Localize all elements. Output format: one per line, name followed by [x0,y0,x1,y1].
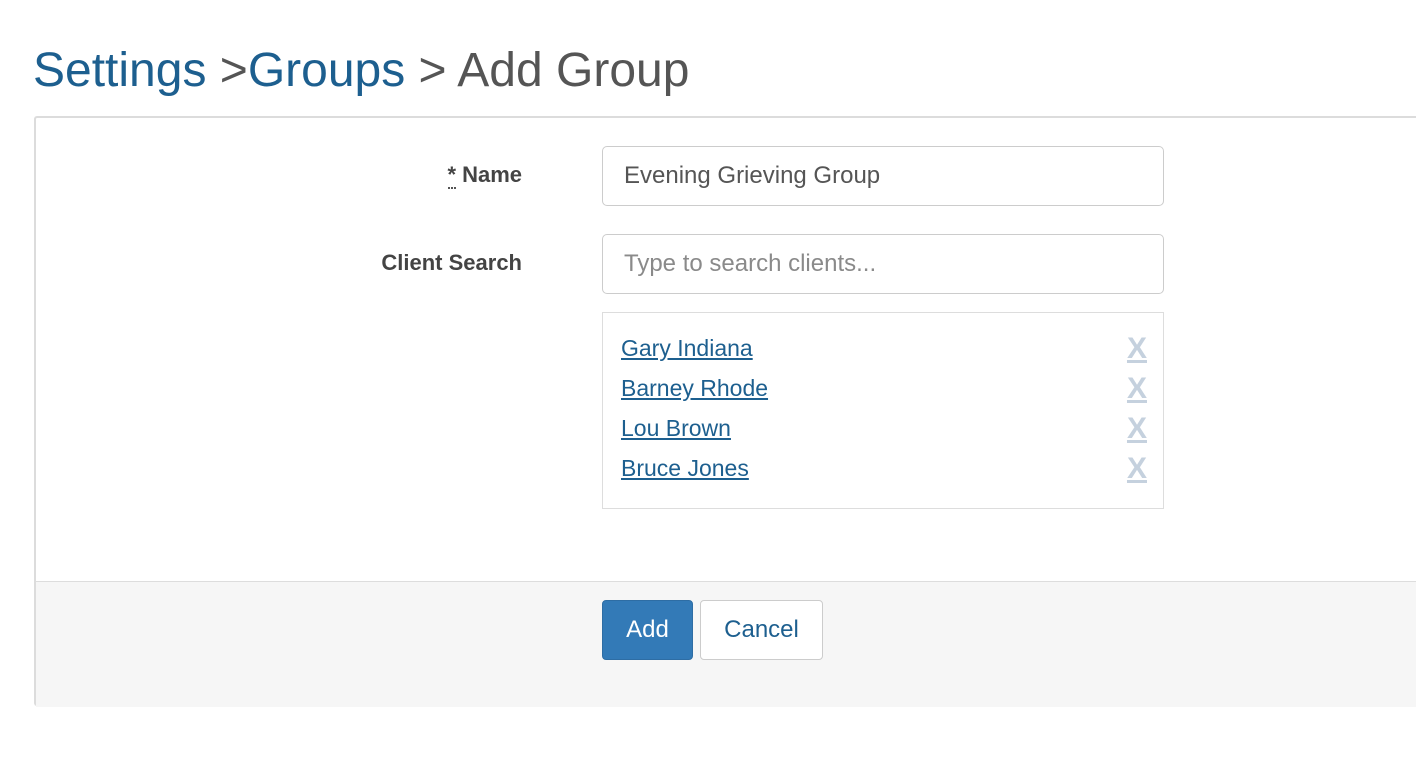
required-marker: * [447,162,457,189]
list-item: Barney Rhode X [603,372,1163,413]
selected-clients-list: Gary Indiana X Barney Rhode X Lou Brown … [602,312,1164,509]
remove-client-button[interactable]: X [1127,452,1147,486]
name-label: * Name [447,162,522,189]
page: Settings >Groups > Add Group *Name Clien… [0,0,1416,768]
list-item: Lou Brown X [603,412,1163,453]
breadcrumb-settings-link[interactable]: Settings [33,44,206,97]
breadcrumb: Settings >Groups > Add Group [33,40,689,102]
cancel-button[interactable]: Cancel [700,600,823,660]
page-title: Add Group [457,44,690,97]
breadcrumb-separator: > [206,44,248,97]
remove-client-button[interactable]: X [1127,332,1147,366]
name-label-text: Name [462,162,522,187]
client-link[interactable]: Gary Indiana [621,335,753,362]
client-search-label: Client Search [381,250,522,275]
breadcrumb-separator: > [405,44,458,97]
form-footer: Add Cancel [36,581,1416,707]
name-input[interactable] [602,146,1164,206]
add-group-form: *Name Client Search Gary Indiana X Barne… [34,116,1416,707]
client-link[interactable]: Barney Rhode [621,375,768,402]
client-link[interactable]: Bruce Jones [621,455,749,482]
add-button[interactable]: Add [602,600,693,660]
remove-client-button[interactable]: X [1127,372,1147,406]
remove-client-button[interactable]: X [1127,412,1147,446]
client-search-input[interactable] [602,234,1164,294]
list-item: Gary Indiana X [603,332,1163,373]
breadcrumb-groups-link[interactable]: Groups [248,44,405,97]
list-item: Bruce Jones X [603,452,1163,493]
client-link[interactable]: Lou Brown [621,415,731,442]
